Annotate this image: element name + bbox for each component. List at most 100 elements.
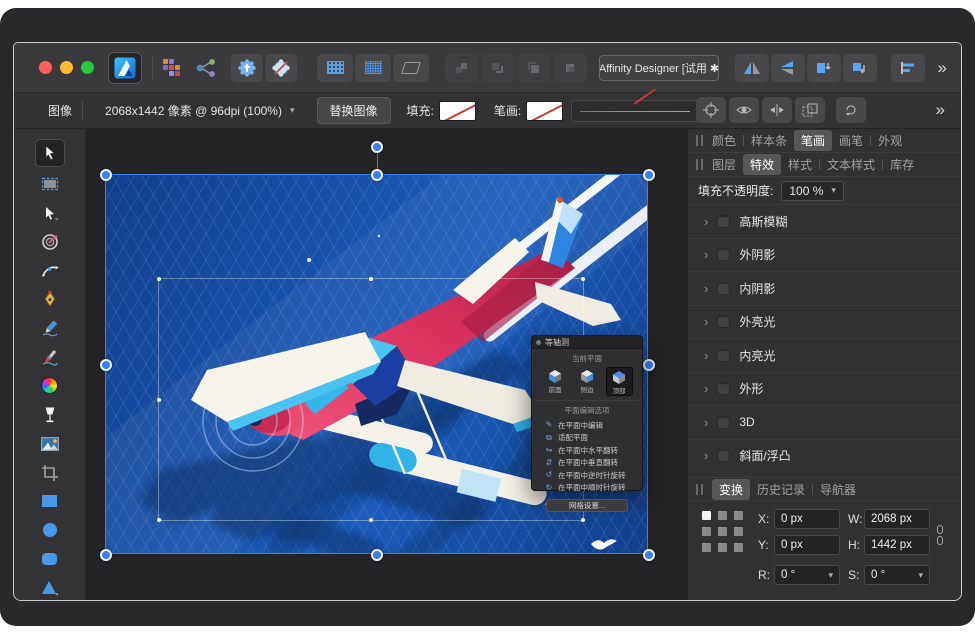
resize-handle-bottom-left[interactable] (100, 549, 112, 561)
preview-eye-button[interactable] (729, 97, 759, 123)
pencil-tool[interactable] (37, 316, 63, 340)
point-transform-tool[interactable] (37, 230, 63, 254)
isometric-panel[interactable]: 等轴测 当前平面 前面 侧边 顶部 (531, 335, 643, 491)
effect-checkbox[interactable] (717, 382, 730, 395)
panel-drag-handle-icon[interactable] (696, 484, 703, 495)
minimize-window-button[interactable] (60, 61, 73, 74)
plane-front-button[interactable]: 前面 (542, 367, 569, 396)
tab-layers[interactable]: 图层 (712, 156, 736, 173)
rectangle-tool[interactable] (37, 489, 63, 513)
more-tools-chevron[interactable]: » (938, 59, 947, 76)
close-icon[interactable] (536, 340, 541, 345)
panel-drag-handle-icon[interactable] (696, 159, 703, 170)
document-title[interactable]: Affinity Designer [试用 ✱ (599, 55, 719, 81)
tab-stroke[interactable]: 笔画 (794, 130, 832, 151)
flip-vertical-in-plane-option[interactable]: ⇵在平面中垂直翻转 (544, 457, 642, 470)
rotation-handle[interactable] (371, 141, 383, 153)
plane-side-button[interactable]: 侧边 (574, 367, 601, 396)
alignment-button[interactable] (891, 54, 925, 82)
tab-history[interactable]: 历史记录 (757, 481, 805, 498)
transform-objects-separately-button[interactable] (795, 97, 825, 123)
close-window-button[interactable] (39, 61, 52, 74)
chevron-right-icon[interactable]: › (704, 348, 708, 363)
isometric-panel-titlebar[interactable]: 等轴测 (532, 336, 642, 349)
transparency-tool[interactable] (37, 403, 63, 427)
x-field[interactable]: 0 px (774, 509, 840, 529)
tab-navigator[interactable]: 导航器 (820, 481, 856, 498)
w-field[interactable]: 2068 px (864, 509, 930, 529)
zoom-window-button[interactable] (81, 61, 94, 74)
tab-styles[interactable]: 样式 (788, 156, 812, 173)
place-image-tool[interactable] (37, 432, 63, 456)
tab-effects[interactable]: 特效 (743, 154, 781, 175)
resize-handle-bottom-center[interactable] (371, 549, 383, 561)
chevron-right-icon[interactable]: › (704, 415, 708, 430)
fit-to-plane-option[interactable]: ⧉适配平面 (544, 432, 642, 445)
chevron-right-icon[interactable]: › (704, 247, 708, 262)
edit-in-plane-option[interactable]: ✎在平面中编辑 (544, 419, 642, 432)
snapping-enabled-button[interactable] (231, 54, 263, 82)
snap-to-center-button[interactable] (762, 97, 792, 123)
flip-vertical-button[interactable] (771, 54, 805, 82)
resize-handle-top-right[interactable] (643, 169, 655, 181)
h-field[interactable]: 1442 px (864, 535, 930, 555)
rotate-counterclockwise-button[interactable] (807, 54, 841, 82)
move-forward-button[interactable] (481, 54, 515, 82)
move-to-back-button[interactable] (553, 54, 587, 82)
tab-appearance[interactable]: 外观 (878, 132, 902, 149)
more-context-chevron[interactable]: » (936, 101, 945, 118)
shear-field[interactable]: 0 °▾ (864, 565, 930, 585)
resize-handle-mid-left[interactable] (100, 359, 112, 371)
resize-handle-mid-right[interactable] (643, 359, 655, 371)
rotation-field[interactable]: 0 °▾ (774, 565, 840, 585)
effect-checkbox[interactable] (717, 215, 730, 228)
resize-handle-top-left[interactable] (100, 169, 112, 181)
stroke-swatch[interactable] (526, 101, 563, 121)
cycle-selection-box-button[interactable] (836, 97, 866, 123)
flip-horizontal-in-plane-option[interactable]: ⇋在平面中水平翻转 (544, 444, 642, 457)
app-launcher-icon[interactable] (163, 59, 181, 77)
vector-brush-tool[interactable] (37, 345, 63, 369)
tab-stock[interactable]: 库存 (890, 156, 914, 173)
flip-horizontal-button[interactable] (735, 54, 769, 82)
effect-checkbox[interactable] (717, 349, 730, 362)
share-icon[interactable] (195, 58, 217, 78)
fill-opacity-dropdown[interactable]: 100 % ▾ (781, 181, 844, 201)
y-field[interactable]: 0 px (774, 535, 840, 555)
ellipse-tool[interactable] (37, 518, 63, 542)
move-tool[interactable] (35, 139, 65, 167)
tab-brushes[interactable]: 画笔 (839, 132, 863, 149)
triangle-tool[interactable] (37, 576, 63, 600)
show-grid-button[interactable] (317, 54, 353, 82)
fill-swatch[interactable] (439, 101, 476, 121)
rounded-rectangle-tool[interactable] (37, 547, 63, 571)
effect-checkbox[interactable] (717, 248, 730, 261)
effect-checkbox[interactable] (717, 416, 730, 429)
snapping-disabled-button[interactable] (265, 54, 297, 82)
rotate-cw-in-plane-option[interactable]: ↻在平面中顺时针旋转 (544, 482, 642, 495)
insertion-target-button[interactable] (696, 97, 726, 123)
panel-drag-handle-icon[interactable] (696, 135, 703, 146)
grid-settings-button[interactable]: 网格设置... (546, 499, 628, 512)
grid-plane-editor-button[interactable] (393, 54, 429, 82)
move-backward-button[interactable] (517, 54, 551, 82)
chevron-right-icon[interactable]: › (704, 448, 708, 463)
rotate-clockwise-button[interactable] (843, 54, 877, 82)
tab-swatches[interactable]: 样本条 (751, 132, 787, 149)
effect-checkbox[interactable] (717, 315, 730, 328)
show-pixel-grid-button[interactable] (355, 54, 391, 82)
resize-handle-bottom-right[interactable] (643, 549, 655, 561)
pen-tool[interactable] (37, 287, 63, 311)
node-tool[interactable] (37, 201, 63, 225)
chevron-right-icon[interactable]: › (704, 314, 708, 329)
plane-top-button[interactable]: 顶部 (606, 367, 633, 396)
anchor-point-selector[interactable] (702, 511, 743, 552)
link-dimensions-icon[interactable] (936, 525, 944, 547)
corner-tool[interactable] (37, 258, 63, 282)
image-size-dropdown[interactable]: 2068x1442 像素 @ 96dpi (100%) ▾ (99, 99, 301, 122)
vector-crop-tool[interactable] (37, 461, 63, 485)
tab-color[interactable]: 颜色 (712, 132, 736, 149)
replace-image-button[interactable]: 替换图像 (317, 97, 391, 124)
artboard-tool[interactable] (37, 172, 63, 196)
canvas-viewport[interactable]: 等轴测 当前平面 前面 侧边 顶部 (86, 129, 687, 600)
